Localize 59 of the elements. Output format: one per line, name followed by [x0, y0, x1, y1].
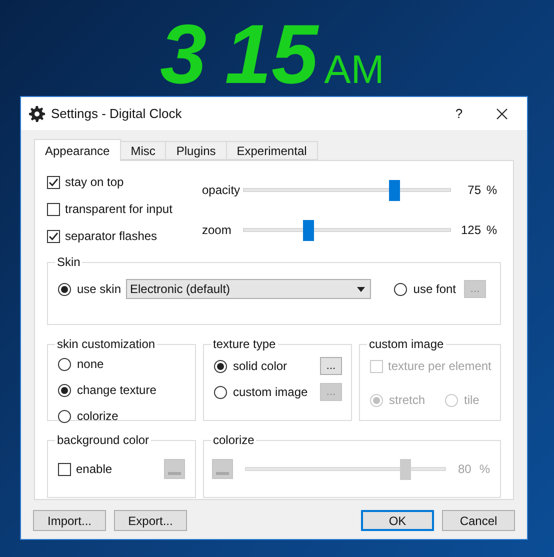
- radio-label: stretch: [389, 392, 426, 409]
- checkbox-label: separator flashes: [65, 228, 158, 245]
- group-title: Skin: [56, 254, 82, 271]
- group-title: skin customization: [56, 336, 156, 353]
- group-title: custom image: [368, 336, 445, 353]
- tab[interactable]: Appearance: [34, 139, 121, 161]
- radio-button[interactable]: [58, 282, 71, 296]
- clock-hours: 3: [160, 14, 207, 94]
- radio-label: tile: [464, 392, 480, 409]
- unit-label: %: [479, 461, 490, 478]
- slider-thumb[interactable]: [389, 180, 400, 201]
- radio-button[interactable]: [58, 358, 71, 370]
- slider-value: 75: [466, 182, 481, 199]
- radio-label: none: [77, 356, 104, 373]
- clock-period: AM: [324, 50, 384, 94]
- checkbox[interactable]: [58, 462, 71, 476]
- radio-label: change texture: [77, 382, 156, 399]
- unit-label: %: [485, 222, 498, 239]
- browse-button[interactable]: ...: [320, 357, 342, 375]
- slider-thumb[interactable]: [302, 220, 314, 241]
- dialog-button[interactable]: Import...: [33, 510, 106, 531]
- clock-minutes: 15: [224, 14, 318, 94]
- tab[interactable]: Experimental: [226, 141, 318, 160]
- close-icon: [496, 108, 508, 120]
- radio-label: colorize: [77, 408, 118, 425]
- radio-button[interactable]: [58, 410, 71, 422]
- radio-button[interactable]: [394, 282, 408, 296]
- gear-icon: [29, 106, 45, 122]
- group-title: background color: [56, 432, 150, 449]
- group-title: texture type: [212, 336, 277, 353]
- group-title: colorize: [212, 432, 256, 449]
- slider-label: opacity: [202, 182, 242, 199]
- checkbox[interactable]: [47, 202, 60, 216]
- checkbox-label: texture per element: [388, 358, 492, 375]
- radio-button[interactable]: [214, 386, 227, 398]
- radio-label: solid color: [233, 358, 288, 375]
- checkbox-label: stay on top: [65, 174, 124, 191]
- dialog-button[interactable]: OK: [361, 510, 434, 531]
- dialog-button[interactable]: Export...: [114, 510, 187, 531]
- window-title: Settings - Digital Clock: [51, 104, 182, 123]
- tab[interactable]: Plugins: [165, 141, 227, 160]
- slider-value: 80: [458, 461, 472, 478]
- checkbox[interactable]: [47, 230, 60, 242]
- radio-label: use font: [413, 281, 456, 298]
- radio-button[interactable]: [214, 360, 227, 372]
- tab[interactable]: Misc: [120, 141, 166, 160]
- slider-value: 125: [460, 222, 481, 239]
- radio-label: use skin: [77, 281, 122, 298]
- radio-label: custom image: [233, 384, 308, 401]
- checkbox-label: enable: [76, 461, 112, 478]
- unit-label: %: [485, 182, 498, 199]
- checkbox-label: transparent for input: [65, 201, 172, 218]
- skin-dropdown[interactable]: Electronic (default): [126, 279, 371, 299]
- radio-button[interactable]: [58, 384, 71, 396]
- dropdown-caret-icon: [357, 286, 365, 292]
- dialog-button[interactable]: Cancel: [442, 510, 515, 531]
- checkbox[interactable]: [47, 176, 60, 188]
- help-button[interactable]: ?: [439, 98, 479, 128]
- slider-label: zoom: [202, 222, 232, 239]
